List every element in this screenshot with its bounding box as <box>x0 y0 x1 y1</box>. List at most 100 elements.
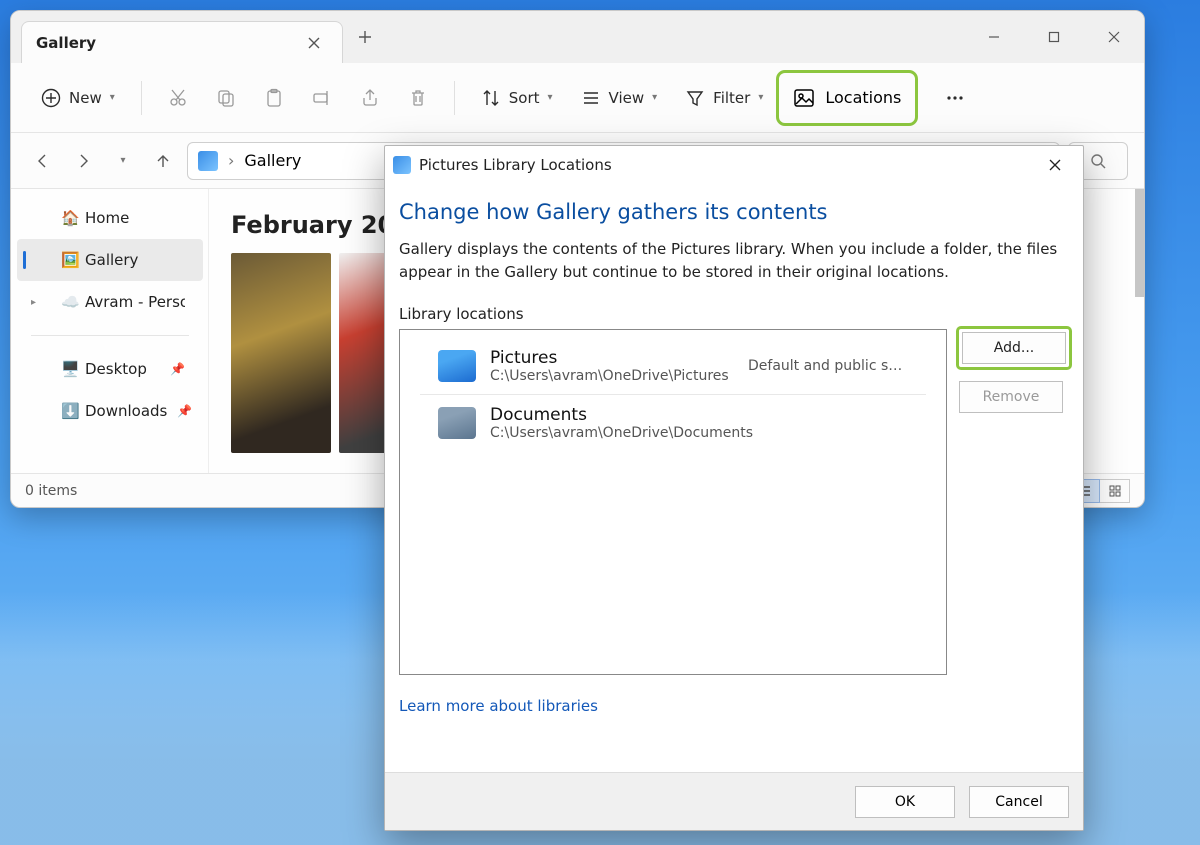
filter-button[interactable]: Filter ▾ <box>673 78 775 118</box>
photo-thumbnail[interactable] <box>231 253 331 453</box>
picture-icon <box>793 87 815 109</box>
locations-button[interactable]: Locations <box>779 73 915 123</box>
sidebar-item-label: Desktop <box>85 360 147 378</box>
sidebar-item-downloads[interactable]: ⬇️ Downloads 📌 <box>17 390 203 432</box>
sidebar-item-label: Gallery <box>85 251 138 269</box>
sidebar-item-desktop[interactable]: 🖥️ Desktop 📌 <box>17 348 203 390</box>
photo-thumbnail[interactable] <box>339 253 389 453</box>
minimize-button[interactable] <box>964 11 1024 63</box>
nav-up-button[interactable] <box>147 145 179 177</box>
sidebar-item-label: Downloads <box>85 402 167 420</box>
delete-button[interactable] <box>396 78 440 118</box>
item-count: 0 items <box>25 483 77 499</box>
paste-button[interactable] <box>252 78 296 118</box>
view-label: View <box>609 89 645 107</box>
browser-tab-gallery[interactable]: Gallery <box>21 21 343 63</box>
copy-icon <box>216 88 236 108</box>
clipboard-icon <box>264 88 284 108</box>
filter-icon <box>685 88 705 108</box>
library-locations-label: Library locations <box>399 305 1069 323</box>
sidebar-item-gallery[interactable]: 🖼️ Gallery <box>17 239 203 281</box>
view-button[interactable]: View ▾ <box>569 78 670 118</box>
gallery-location-icon <box>198 151 218 171</box>
dialog-titlebar: Pictures Library Locations <box>385 146 1083 184</box>
nav-back-button[interactable] <box>27 145 59 177</box>
sidebar-item-label: Avram - Personal <box>85 293 185 311</box>
add-button-highlight: Add... <box>959 329 1069 367</box>
rename-button[interactable] <box>300 78 344 118</box>
maximize-button[interactable] <box>1024 11 1084 63</box>
add-location-button[interactable]: Add... <box>962 332 1066 364</box>
remove-location-button[interactable]: Remove <box>959 381 1063 413</box>
ok-button[interactable]: OK <box>855 786 955 818</box>
new-icon <box>41 88 61 108</box>
add-tab-button[interactable] <box>343 11 387 63</box>
tab-title: Gallery <box>36 34 96 52</box>
sidebar-divider <box>31 335 189 336</box>
ok-label: OK <box>895 794 915 810</box>
location-name: Pictures <box>490 348 729 368</box>
nav-recent-button[interactable]: ▾ <box>107 145 139 177</box>
trash-icon <box>408 88 428 108</box>
pin-icon: 📌 <box>170 362 185 376</box>
dialog-description: Gallery displays the contents of the Pic… <box>399 238 1069 283</box>
chevron-down-icon: ▾ <box>548 92 553 103</box>
cancel-label: Cancel <box>995 794 1042 810</box>
chevron-down-icon: ▾ <box>652 92 657 103</box>
library-locations-list[interactable]: Pictures C:\Users\avram\OneDrive\Picture… <box>399 329 947 675</box>
dialog-title: Pictures Library Locations <box>419 156 612 174</box>
close-tab-icon[interactable] <box>300 29 328 57</box>
location-path: C:\Users\avram\OneDrive\Documents <box>490 425 753 441</box>
copy-button[interactable] <box>204 78 248 118</box>
download-icon: ⬇️ <box>61 402 80 420</box>
rename-icon <box>312 88 332 108</box>
library-locations-dialog: Pictures Library Locations Change how Ga… <box>384 145 1084 831</box>
filter-label: Filter <box>713 89 750 107</box>
desktop-icon: 🖥️ <box>61 360 80 378</box>
sort-icon <box>481 88 501 108</box>
cloud-icon: ☁️ <box>61 293 80 311</box>
view-icon <box>581 88 601 108</box>
window-controls <box>964 11 1144 63</box>
share-icon <box>360 88 380 108</box>
pin-icon: 📌 <box>177 404 192 418</box>
location-item-pictures[interactable]: Pictures C:\Users\avram\OneDrive\Picture… <box>420 338 926 395</box>
chevron-down-icon: ▾ <box>758 92 763 103</box>
chevron-right-icon[interactable]: ▸ <box>31 297 36 308</box>
sidebar: 🏠 Home 🖼️ Gallery ▸ ☁️ Avram - Personal … <box>11 189 209 473</box>
nav-forward-button[interactable] <box>67 145 99 177</box>
sidebar-item-label: Home <box>85 209 129 227</box>
dialog-footer: OK Cancel <box>385 772 1083 830</box>
scrollbar-thumb[interactable] <box>1135 189 1145 297</box>
dialog-heading: Change how Gallery gathers its contents <box>399 200 1069 224</box>
breadcrumb-current: Gallery <box>244 151 301 170</box>
scissors-icon <box>168 88 188 108</box>
cut-button[interactable] <box>156 78 200 118</box>
new-label: New <box>69 89 102 107</box>
pictures-library-icon <box>393 156 411 174</box>
sort-label: Sort <box>509 89 540 107</box>
thumbnails-view-toggle[interactable] <box>1100 479 1130 503</box>
folder-icon <box>438 407 476 439</box>
window-close-button[interactable] <box>1084 11 1144 63</box>
toolbar: New ▾ Sort ▾ View ▾ Filter ▾ Locations <box>11 63 1144 133</box>
location-path: C:\Users\avram\OneDrive\Pictures <box>490 368 729 384</box>
locations-label: Locations <box>825 88 901 107</box>
sort-button[interactable]: Sort ▾ <box>469 78 565 118</box>
more-button[interactable] <box>933 78 977 118</box>
sidebar-item-onedrive[interactable]: ▸ ☁️ Avram - Personal <box>17 281 203 323</box>
new-button[interactable]: New ▾ <box>29 78 127 118</box>
remove-label: Remove <box>983 389 1040 405</box>
share-button[interactable] <box>348 78 392 118</box>
dialog-close-button[interactable] <box>1035 149 1075 181</box>
location-item-documents[interactable]: Documents C:\Users\avram\OneDrive\Docume… <box>420 395 926 451</box>
search-icon <box>1090 153 1106 169</box>
folder-icon <box>438 350 476 382</box>
add-label: Add... <box>994 340 1034 356</box>
learn-more-link[interactable]: Learn more about libraries <box>399 697 1069 715</box>
titlebar: Gallery <box>11 11 1144 63</box>
ellipsis-icon <box>945 88 965 108</box>
chevron-down-icon: ▾ <box>110 92 115 103</box>
cancel-button[interactable]: Cancel <box>969 786 1069 818</box>
sidebar-item-home[interactable]: 🏠 Home <box>17 197 203 239</box>
